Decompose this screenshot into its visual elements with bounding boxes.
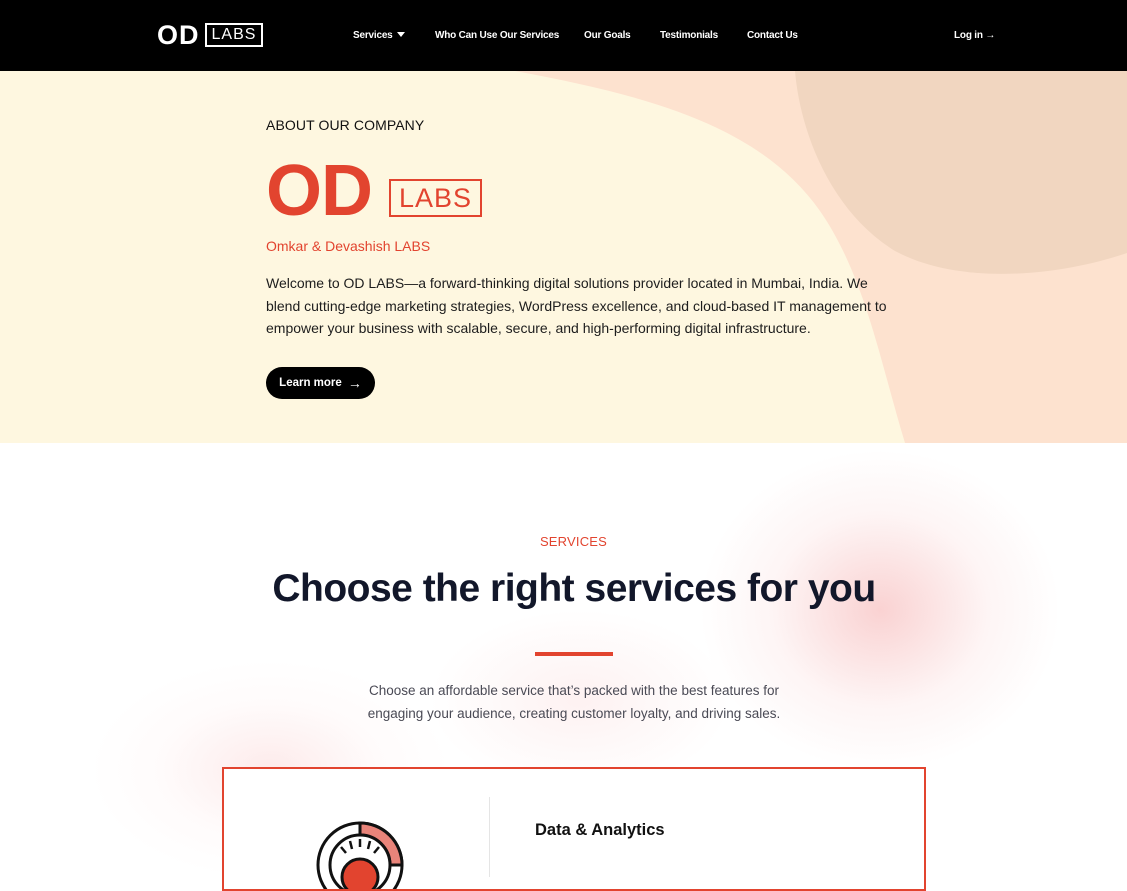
- nav-our-goals[interactable]: Our Goals: [584, 29, 631, 43]
- hero-brand-od: OD: [266, 151, 373, 231]
- hero-background-shapes: [515, 71, 1127, 443]
- login-link[interactable]: Log in →: [954, 29, 995, 43]
- logo-od-text: OD: [157, 20, 200, 50]
- caret-down-icon: [396, 32, 405, 37]
- service-card-data-analytics[interactable]: Data & Analytics: [222, 767, 926, 891]
- services-description: Choose an affordable service that’s pack…: [0, 680, 1127, 725]
- top-navbar: OD LABS Services Who Can Use Our Service…: [0, 0, 1127, 71]
- hero-brand-labs-box: LABS: [389, 179, 482, 217]
- nav-contact-us[interactable]: Contact Us: [747, 29, 798, 43]
- title-underline-divider: [535, 652, 613, 656]
- services-title: Choose the right services for you: [272, 567, 876, 610]
- about-eyebrow: ABOUT OUR COMPANY: [266, 117, 425, 133]
- nav-services-label: Services: [353, 30, 393, 41]
- hero-section: [0, 71, 1127, 443]
- card-divider: [489, 797, 490, 877]
- services-description-line: Choose an affordable service that’s pack…: [369, 683, 779, 698]
- learn-more-label: Learn more: [279, 377, 342, 389]
- nav-who-can-use[interactable]: Who Can Use Our Services: [435, 29, 559, 43]
- site-logo[interactable]: OD LABS: [157, 20, 264, 50]
- nav-services-dropdown[interactable]: Services: [353, 29, 405, 43]
- services-eyebrow: SERVICES: [539, 534, 608, 549]
- logo-labs-box: LABS: [204, 23, 264, 47]
- hero-tagline: Omkar & Devashish LABS: [266, 238, 431, 254]
- service-card-title: Data & Analytics: [535, 821, 665, 839]
- hero-intro-paragraph: Welcome to OD LABS—a forward-thinking di…: [266, 275, 887, 336]
- services-description-line: engaging your audience, creating custome…: [367, 705, 781, 721]
- arrow-right-icon: →: [347, 375, 362, 391]
- learn-more-button[interactable]: Learn more →: [266, 367, 375, 399]
- nav-testimonials[interactable]: Testimonials: [660, 29, 718, 43]
- data-analytics-icon: [316, 821, 404, 889]
